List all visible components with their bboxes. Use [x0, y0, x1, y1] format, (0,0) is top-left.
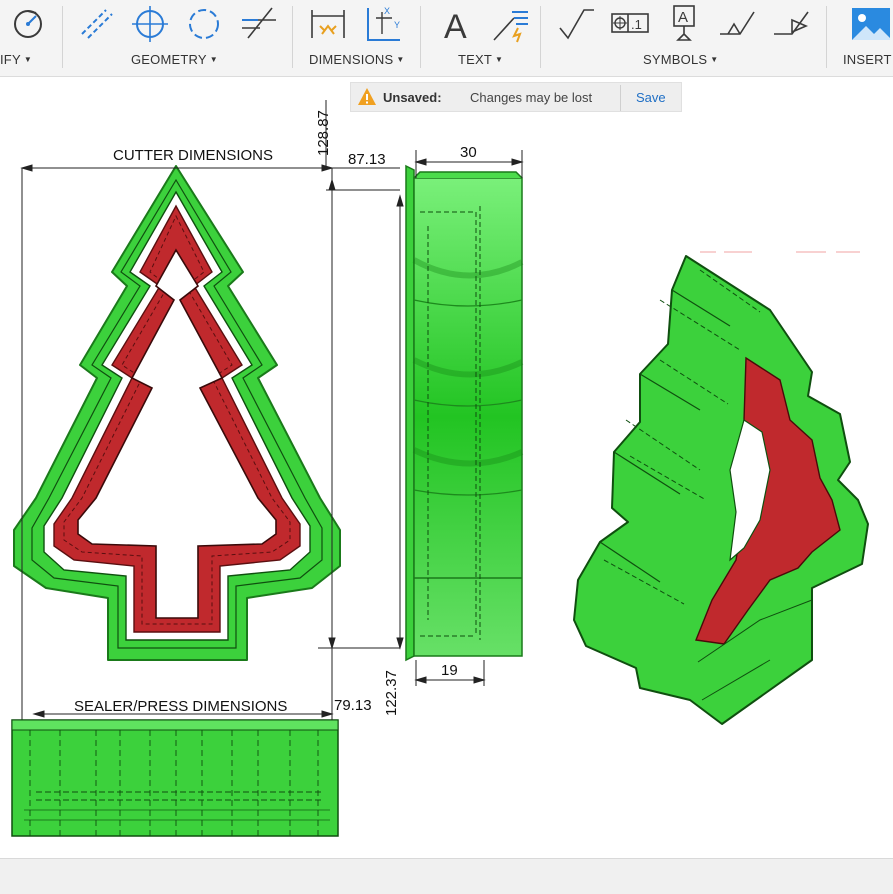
dim-122-37: 122.37 [383, 670, 400, 716]
cutter-side-view [405, 164, 524, 662]
symbols-menu[interactable]: SYMBOLS ▼ [643, 52, 718, 67]
insert-menu[interactable]: INSERT [843, 52, 892, 67]
dim-128-87: 128.87 [315, 110, 332, 156]
toolbar-separator [62, 6, 63, 68]
taper-slope-icon[interactable] [772, 4, 812, 44]
svg-text:Y: Y [394, 20, 400, 30]
sealer-dimensions-title: SEALER/PRESS DIMENSIONS [74, 698, 287, 715]
text-icon[interactable]: A [436, 4, 476, 46]
text-menu[interactable]: TEXT ▼ [458, 52, 503, 67]
leader-text-icon[interactable] [490, 4, 530, 44]
svg-text:.1: .1 [631, 17, 642, 32]
bottom-bar [0, 858, 893, 894]
insert-image-icon[interactable] [850, 4, 890, 44]
toolbar-separator [540, 6, 541, 68]
drawing-sheet[interactable]: CUTTER DIMENSIONS 128.87 87.13 122.37 30… [0, 76, 893, 856]
dim-87-13: 87.13 [348, 151, 386, 168]
cutter-front-view [13, 165, 341, 661]
surface-texture-icon[interactable] [556, 4, 596, 44]
svg-text:A: A [678, 9, 688, 26]
centerline-icon[interactable] [76, 4, 116, 44]
dim-30: 30 [460, 144, 477, 161]
dimensions-menu[interactable]: DIMENSIONS ▼ [309, 52, 404, 67]
dim-19: 19 [441, 662, 458, 679]
cutter-dimensions-title: CUTTER DIMENSIONS [113, 147, 273, 164]
dim-79-13: 79.13 [334, 697, 372, 714]
center-mark-icon[interactable] [130, 4, 170, 44]
modify-rotate-icon[interactable] [6, 4, 46, 44]
dimension-icon[interactable] [308, 4, 348, 44]
geometry-menu[interactable]: GEOMETRY ▼ [131, 52, 218, 67]
toolbar-separator [292, 6, 293, 68]
drawing-canvas: CUTTER DIMENSIONS 128.87 87.13 122.37 30… [11, 100, 869, 837]
ordinate-dimension-icon[interactable]: XY [362, 4, 402, 44]
edge-extension-icon[interactable] [238, 4, 278, 44]
cutter-isometric-view [573, 251, 869, 725]
svg-text:X: X [384, 6, 390, 16]
welding-symbol-icon[interactable] [718, 4, 758, 44]
toolbar-separator [826, 6, 827, 68]
sealer-press-view [11, 719, 339, 837]
feature-control-frame-icon[interactable]: .1 [610, 4, 650, 44]
svg-text:A: A [444, 8, 467, 44]
modify-menu[interactable]: IFY ▼ [0, 52, 32, 67]
datum-identifier-icon[interactable]: A [664, 4, 704, 44]
drawing-toolbar: IFY ▼ GEOMETRY ▼ XY DIMENSIONS ▼ A TEXT ▼ .1… [0, 0, 893, 77]
toolbar-separator [420, 6, 421, 68]
center-mark-pattern-icon[interactable] [184, 4, 224, 44]
